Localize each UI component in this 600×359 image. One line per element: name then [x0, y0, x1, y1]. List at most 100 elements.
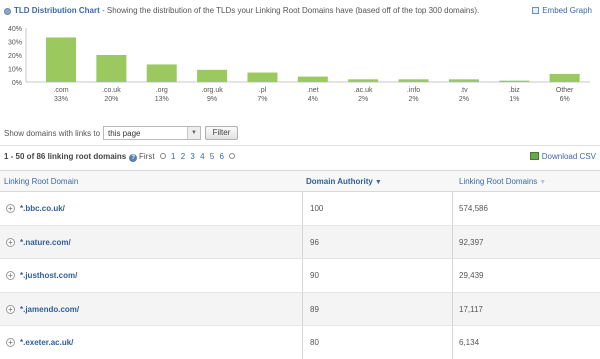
sort-desc-icon: ▼ — [374, 179, 382, 186]
y-tick-label: 20% — [8, 53, 22, 60]
domain-authority-value: 90 — [310, 271, 319, 281]
domain-link[interactable]: *.jamendo.com/ — [20, 305, 79, 314]
y-tick-label: 40% — [8, 26, 22, 33]
column-divider — [302, 192, 303, 225]
bar — [348, 79, 379, 82]
domain-authority-value: 80 — [310, 338, 319, 348]
chart-header: TLD Distribution Chart - Showing the dis… — [0, 0, 600, 22]
expand-icon[interactable]: + — [6, 237, 15, 247]
table-row: + *.jamendo.com/ 89 17,117 — [0, 292, 600, 327]
bar — [448, 79, 479, 82]
sort-icon: ▼ — [539, 179, 547, 186]
domain-link[interactable]: *.justhost.com/ — [20, 271, 77, 280]
page-link[interactable]: 4 — [200, 152, 204, 161]
table-row: + *.justhost.com/ 90 29,439 — [0, 259, 600, 293]
next-page-icon[interactable] — [229, 153, 236, 159]
expand-icon[interactable]: + — [6, 204, 15, 213]
column-divider — [452, 259, 453, 292]
linking-root-domains-value: 17,117 — [459, 304, 483, 314]
embed-icon — [532, 7, 540, 14]
percent-label: 9% — [207, 96, 217, 103]
tld-distribution-chart: 40% 30% 20% 10% 0% .com 33% .co.uk 20% .org 13% .or… — [0, 22, 600, 124]
column-divider — [452, 326, 453, 359]
select-value: this page — [108, 129, 141, 138]
prev-page-icon[interactable] — [159, 153, 166, 159]
category-label: .info — [407, 87, 420, 94]
percent-label: 2% — [358, 96, 368, 103]
csv-icon — [529, 152, 539, 160]
link-target-select[interactable]: this page ▼ — [103, 126, 201, 140]
first-page-link[interactable]: First — [139, 152, 155, 161]
y-tick-label: 10% — [8, 67, 22, 74]
filter-label: Show domains with links to — [4, 129, 101, 138]
percent-label: 13% — [155, 96, 169, 103]
category-label: .co.uk — [102, 87, 121, 94]
download-csv-link[interactable]: Download CSV — [529, 152, 596, 161]
domain-link[interactable]: *.bbc.co.uk/ — [20, 204, 65, 213]
column-header-domain[interactable]: Linking Root Domain — [4, 177, 78, 186]
bar — [549, 73, 580, 82]
table-row: + *.nature.com/ 96 92,397 — [0, 225, 600, 260]
column-divider — [302, 225, 303, 259]
percent-label: 7% — [257, 96, 267, 103]
bar — [398, 79, 429, 82]
column-divider — [302, 259, 303, 292]
bar — [46, 37, 76, 82]
result-count: 1 - 50 of 86 linking root domains? — [4, 152, 138, 162]
bar — [247, 72, 278, 82]
pager-row: 1 - 50 of 86 linking root domains? First… — [0, 149, 600, 163]
divider — [0, 145, 600, 146]
category-label: Other — [556, 87, 574, 94]
table-header: Linking Root Domain Domain Authority ▼ Li… — [0, 170, 600, 192]
y-tick-label: 0% — [12, 80, 22, 87]
column-divider — [452, 225, 453, 259]
linking-root-domains-value: 574,586 — [459, 204, 488, 213]
domain-authority-value: 89 — [310, 304, 319, 314]
category-label: .org.uk — [201, 87, 223, 94]
column-divider — [302, 292, 303, 326]
linking-root-domains-value: 6,134 — [459, 338, 480, 348]
expand-icon[interactable]: + — [6, 338, 15, 348]
bar — [146, 64, 177, 82]
column-header-domain-authority[interactable]: Domain Authority ▼ — [306, 177, 382, 186]
chart-title: TLD Distribution Chart - Showing the dis… — [14, 6, 480, 15]
percent-label: 20% — [104, 96, 118, 103]
bar — [96, 55, 127, 82]
category-label: .org — [156, 87, 168, 94]
page-link[interactable]: 2 — [181, 152, 185, 161]
linking-root-domains-value: 29,439 — [459, 271, 484, 281]
percent-label: 2% — [459, 96, 469, 103]
category-label: .ac.uk — [354, 87, 373, 94]
page-link[interactable]: 1 — [171, 152, 175, 161]
page-link[interactable]: 5 — [210, 152, 214, 161]
page-link[interactable]: 6 — [219, 152, 223, 161]
bar — [297, 76, 328, 82]
linking-domains-table: Linking Root Domain Domain Authority ▼ Li… — [0, 170, 600, 359]
percent-label: 33% — [54, 96, 68, 103]
linking-root-domains-value: 92,397 — [459, 237, 484, 247]
column-divider — [302, 326, 303, 359]
chart-svg: 40% 30% 20% 10% 0% .com 33% .co.uk 20% .org 13% .or… — [8, 26, 590, 103]
domain-link[interactable]: *.exeter.ac.uk/ — [20, 338, 73, 347]
category-label: .pl — [259, 87, 267, 94]
embed-graph-link[interactable]: Embed Graph — [532, 6, 592, 15]
domain-link[interactable]: *.nature.com/ — [20, 238, 71, 247]
category-label: .tv — [460, 87, 468, 94]
percent-label: 6% — [560, 96, 570, 103]
expand-icon[interactable]: + — [6, 304, 15, 314]
domain-authority-value: 100 — [310, 204, 324, 213]
column-divider — [452, 192, 453, 225]
filter-button[interactable]: Filter — [205, 126, 238, 140]
filter-row: Show domains with links to this page ▼ F… — [0, 125, 600, 143]
category-label: .net — [307, 87, 319, 94]
page-link[interactable]: 3 — [190, 152, 194, 161]
expand-icon[interactable]: + — [6, 271, 15, 281]
column-header-linking-root-domains[interactable]: Linking Root Domains ▼ — [459, 177, 546, 186]
y-tick-label: 30% — [8, 40, 22, 47]
percent-label: 4% — [308, 96, 318, 103]
bar — [197, 69, 228, 82]
pagination: First 1 2 3 4 5 6 — [139, 152, 238, 161]
table-row: + *.bbc.co.uk/ 100 574,586 — [0, 192, 600, 226]
help-icon[interactable]: ? — [129, 154, 138, 162]
percent-label: 1% — [509, 96, 519, 103]
